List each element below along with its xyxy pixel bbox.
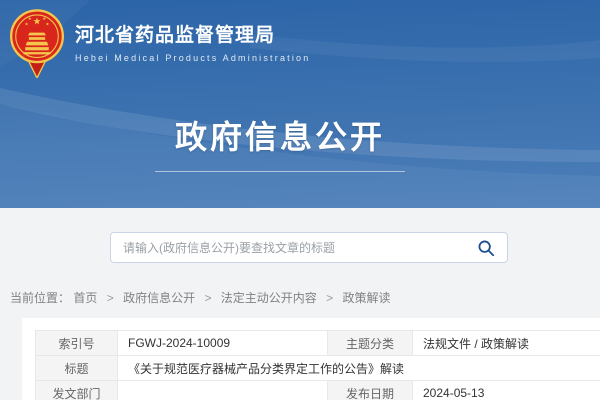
record-table: 索引号 FGWJ-2024-10009 主题分类 法规文件 / 政策解读 标题 … xyxy=(35,330,600,400)
publish-date-label: 发布日期 xyxy=(328,381,413,400)
page-banner: 政府信息公开 xyxy=(0,112,560,172)
org-name-english: Hebei Medical Products Administration xyxy=(75,53,310,63)
table-row: 标题 《关于规范医疗器械产品分类界定工作的公告》解读 xyxy=(36,356,600,381)
breadcrumb-separator: > xyxy=(326,291,333,305)
site-brand[interactable]: 河北省药品监督管理局 Hebei Medical Products Admini… xyxy=(8,9,310,78)
search-icon xyxy=(477,239,495,257)
org-name: 河北省药品监督管理局 xyxy=(75,20,310,47)
national-emblem-icon xyxy=(8,9,66,78)
breadcrumb-item-home[interactable]: 首页 xyxy=(73,291,97,305)
breadcrumb-item-statutory-disclosure[interactable]: 法定主动公开内容 xyxy=(221,291,317,305)
banner-underline xyxy=(155,171,405,172)
search-box xyxy=(110,232,508,263)
department-value xyxy=(118,381,328,400)
category-value: 法规文件 / 政策解读 xyxy=(413,331,600,356)
title-value: 《关于规范医疗器械产品分类界定工作的公告》解读 xyxy=(118,356,600,381)
title-label: 标题 xyxy=(36,356,118,381)
table-row: 索引号 FGWJ-2024-10009 主题分类 法规文件 / 政策解读 xyxy=(36,331,600,356)
search-input[interactable] xyxy=(111,233,471,262)
index-number-label: 索引号 xyxy=(36,331,118,356)
index-number-value: FGWJ-2024-10009 xyxy=(118,331,328,356)
page: 河北省药品监督管理局 Hebei Medical Products Admini… xyxy=(0,0,600,400)
breadcrumb-separator: > xyxy=(107,291,114,305)
breadcrumb-separator: > xyxy=(204,291,211,305)
breadcrumb-prefix: 当前位置： xyxy=(10,291,70,305)
hero-header: 河北省药品监督管理局 Hebei Medical Products Admini… xyxy=(0,0,600,208)
brand-text: 河北省药品监督管理局 Hebei Medical Products Admini… xyxy=(75,9,310,63)
publish-date-value: 2024-05-13 xyxy=(413,381,600,400)
category-label: 主题分类 xyxy=(328,331,413,356)
banner-title: 政府信息公开 xyxy=(0,112,560,158)
breadcrumb-item-policy-interpretation[interactable]: 政策解读 xyxy=(343,291,391,305)
breadcrumb-item-gov-info[interactable]: 政府信息公开 xyxy=(123,291,195,305)
department-label: 发文部门 xyxy=(36,381,118,400)
table-row: 发文部门 发布日期 2024-05-13 xyxy=(36,381,600,400)
search-button[interactable] xyxy=(471,239,507,257)
breadcrumb: 当前位置： 首页 > 政府信息公开 > 法定主动公开内容 > 政策解读 xyxy=(10,289,391,306)
record-panel: 索引号 FGWJ-2024-10009 主题分类 法规文件 / 政策解读 标题 … xyxy=(22,318,600,400)
